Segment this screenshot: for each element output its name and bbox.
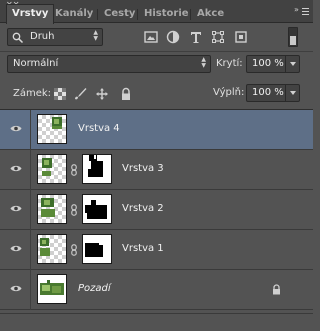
tab-label: Vrstvy	[12, 8, 49, 19]
lock-image-pixels-icon[interactable]	[73, 87, 87, 101]
search-icon	[12, 32, 24, 44]
visibility-toggle[interactable]	[0, 150, 31, 190]
visibility-toggle[interactable]	[0, 230, 31, 270]
layer-name[interactable]: Vrstva 4	[78, 123, 120, 134]
collapse-arrows-icon[interactable]: »	[294, 6, 299, 14]
opacity-value: 100 %	[252, 58, 284, 69]
tab-layers[interactable]: Vrstvy	[6, 4, 55, 24]
eye-icon[interactable]	[10, 244, 22, 253]
layer-mask-thumbnail[interactable]	[82, 154, 112, 184]
panel-tab-bar: ✕✕ Vrstvy Kanály Cesty Historie Akce »	[0, 0, 313, 24]
eye-icon[interactable]	[10, 164, 22, 173]
layer-mask-thumbnail[interactable]	[82, 234, 112, 264]
chevron-updown-icon: ▲ ▼	[93, 29, 98, 42]
visibility-toggle[interactable]	[0, 270, 31, 310]
mask-shape	[88, 155, 103, 177]
tab-label: Kanály	[55, 8, 94, 19]
chevron-updown-icon: ▲ ▼	[201, 56, 206, 69]
layer-thumbnail[interactable]	[37, 114, 67, 144]
eye-icon[interactable]	[10, 124, 22, 133]
panel-footer	[0, 313, 313, 331]
layer-name[interactable]: Pozadí	[78, 283, 111, 294]
layer-name[interactable]: Vrstva 1	[122, 243, 164, 254]
link-icon[interactable]	[71, 244, 77, 256]
layer-thumbnail-image	[40, 238, 50, 256]
blend-mode-label: Normální	[13, 58, 59, 69]
chevron-down-icon[interactable]	[285, 56, 299, 72]
layer-row[interactable]: Vrstva 2	[0, 190, 313, 230]
visibility-toggle[interactable]	[0, 110, 31, 150]
tab-actions[interactable]: Akce	[192, 5, 229, 23]
lock-icon	[273, 284, 280, 295]
layer-thumbnail[interactable]	[37, 194, 67, 224]
tab-history[interactable]: Historie	[139, 5, 194, 23]
adjustment-filter-icon[interactable]	[165, 29, 181, 45]
mask-shape	[85, 200, 107, 219]
link-icon[interactable]	[71, 164, 77, 176]
lock-label: Zámek:	[13, 88, 52, 99]
lock-all-icon[interactable]	[119, 87, 133, 101]
panel-menu-icon[interactable]: »	[294, 6, 309, 17]
tab-channels[interactable]: Kanály	[50, 5, 98, 23]
layer-mask-thumbnail[interactable]	[82, 194, 112, 224]
link-icon[interactable]	[71, 204, 77, 216]
opacity-field[interactable]: 100 %	[246, 55, 300, 73]
fill-value: 100 %	[252, 87, 284, 98]
tab-separator	[137, 9, 138, 20]
visibility-toggle[interactable]	[0, 190, 31, 230]
shape-filter-icon[interactable]	[210, 29, 226, 45]
layer-thumbnail-image	[38, 275, 66, 303]
chevron-down-icon[interactable]	[285, 85, 299, 101]
layer-thumbnail[interactable]	[37, 274, 67, 304]
tab-separator	[190, 9, 191, 20]
lock-position-icon[interactable]	[95, 87, 109, 101]
layer-thumbnail-image	[41, 198, 55, 217]
menu-lines-icon[interactable]	[302, 8, 309, 17]
tab-label: Cesty	[104, 8, 136, 19]
tab-label: Akce	[197, 8, 225, 19]
layer-row[interactable]: Vrstva 1	[0, 230, 313, 270]
layer-name[interactable]: Vrstva 2	[122, 203, 164, 214]
layer-thumbnail[interactable]	[37, 234, 67, 264]
eye-icon[interactable]	[10, 284, 22, 293]
layer-row[interactable]: Vrstva 3	[0, 150, 313, 190]
type-filter-icon[interactable]	[188, 29, 204, 45]
blend-mode-select[interactable]: Normální ▲ ▼	[7, 55, 211, 73]
layer-thumbnail[interactable]	[37, 154, 67, 184]
lock-transparent-pixels-icon[interactable]	[53, 87, 67, 101]
layer-thumbnail-image	[52, 117, 62, 129]
fill-field[interactable]: 100 %	[246, 84, 300, 102]
layer-row[interactable]: Pozadí	[0, 270, 313, 310]
smart-object-filter-icon[interactable]	[233, 29, 249, 45]
layer-name[interactable]: Vrstva 3	[122, 163, 164, 174]
divider	[0, 51, 313, 52]
filter-kind-select[interactable]: Druh ▲ ▼	[7, 28, 103, 46]
tab-paths[interactable]: Cesty	[99, 5, 140, 23]
layer-row[interactable]: Vrstva 4	[0, 110, 313, 150]
image-filter-icon[interactable]	[143, 29, 159, 45]
layer-thumbnail-image	[42, 158, 52, 176]
layers-list: Vrstva 4 Vrstva 3 Vrstva 2 Vrstva 1 Poza…	[0, 109, 313, 313]
filter-kind-label: Druh	[30, 31, 55, 42]
opacity-label: Krytí:	[216, 58, 243, 69]
mask-shape	[85, 243, 103, 257]
tab-separator	[97, 9, 98, 20]
fill-label: Výplň:	[213, 87, 245, 98]
filter-toggle-switch[interactable]	[288, 27, 298, 47]
eye-icon[interactable]	[10, 204, 22, 213]
tab-label: Historie	[144, 8, 189, 19]
